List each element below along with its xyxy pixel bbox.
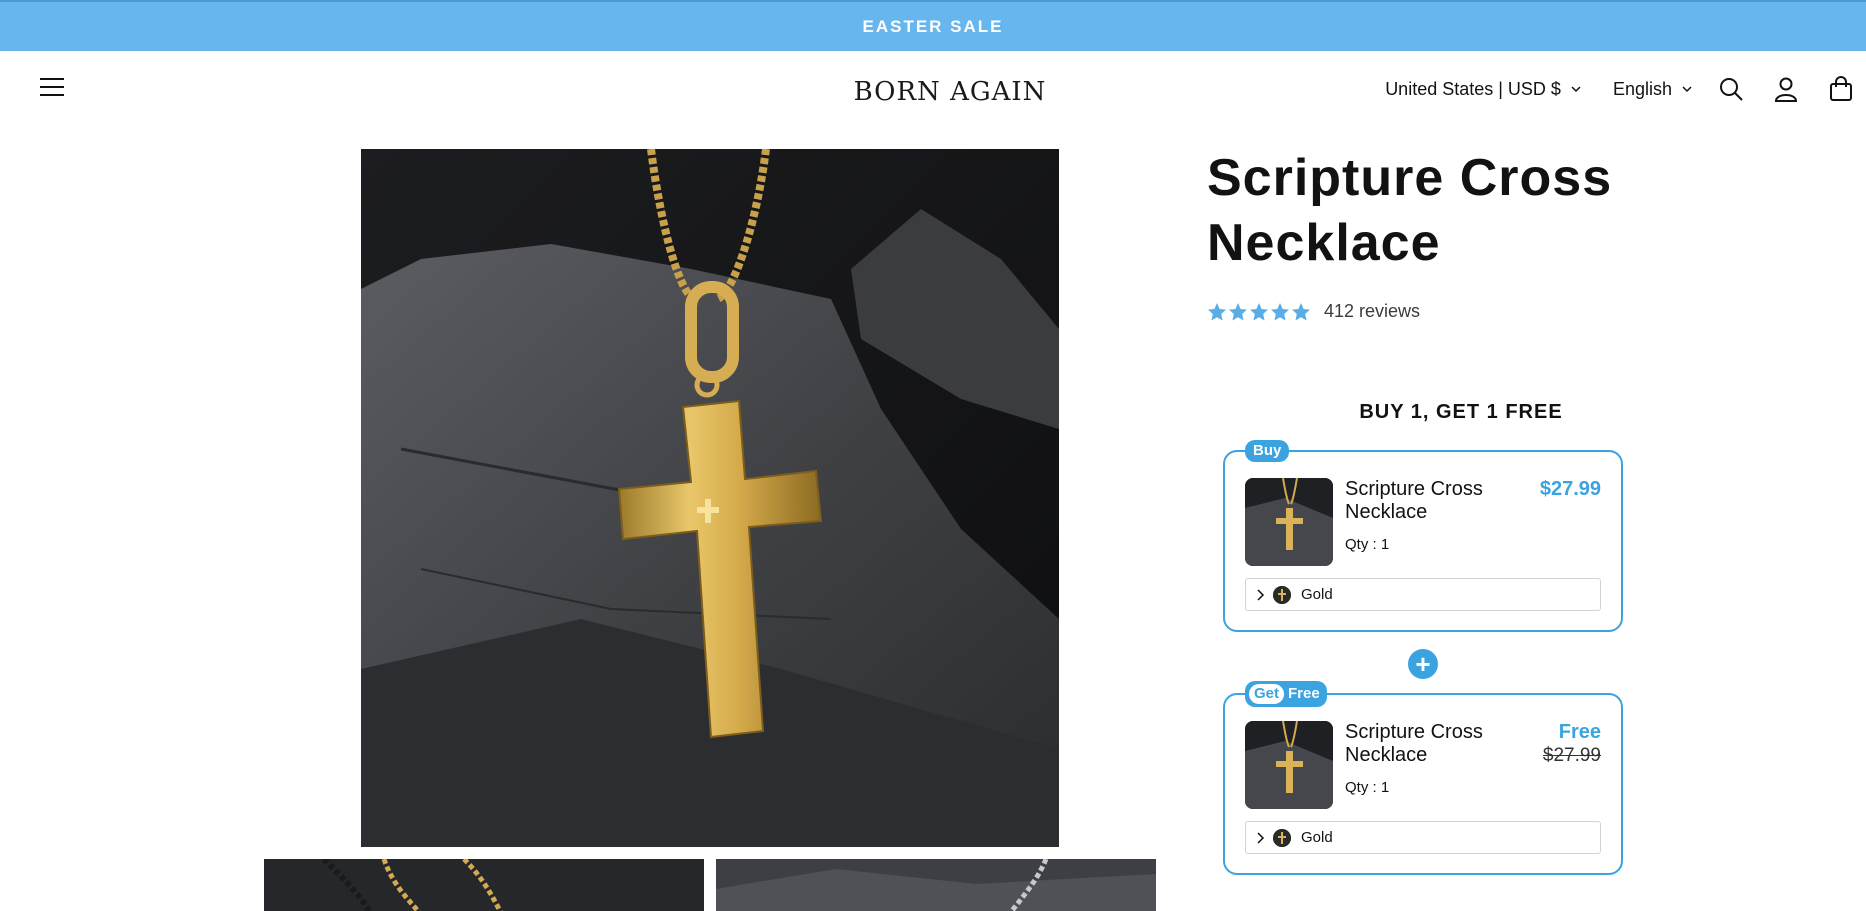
chevron-right-icon [1257, 831, 1265, 844]
menu-icon[interactable] [38, 75, 66, 99]
announcement-text: EASTER SALE [862, 16, 1004, 36]
variant-swatch [1273, 828, 1291, 847]
brand-logo[interactable]: BORN AGAIN [830, 69, 1070, 109]
product-rating[interactable]: 412 reviews [1207, 301, 1420, 322]
language-label: English [1612, 78, 1672, 99]
search-icon[interactable] [1716, 74, 1746, 104]
free-tag-label: Free [1288, 685, 1320, 702]
cart-icon[interactable] [1826, 74, 1856, 104]
announcement-bar: EASTER SALE [0, 0, 1866, 51]
chevron-down-icon [1571, 86, 1581, 93]
variant-swatch [1273, 585, 1291, 604]
review-count[interactable]: 412 reviews [1324, 301, 1420, 322]
bundle-price: $27.99 [1539, 478, 1601, 500]
product-title: Scripture Cross Necklace [1207, 149, 1613, 272]
variant-label: Gold [1301, 829, 1333, 846]
bundle-qty: Qty : 1 [1345, 779, 1390, 796]
star-icon [1292, 302, 1310, 320]
plus-icon: + [1408, 649, 1438, 679]
brand-logo-text: BORN AGAIN [854, 77, 1047, 107]
header-utilities: United States | USD $ English [1385, 51, 1866, 127]
bundle-product-image [1245, 478, 1333, 566]
star-icon [1250, 302, 1268, 320]
bundle-product-name: Scripture Cross Necklace [1345, 721, 1483, 766]
product-main-image[interactable] [361, 149, 1059, 847]
site-header: BORN AGAIN United States | USD $ English [0, 51, 1866, 127]
bundle-card-get[interactable]: Get Free Scripture Cross Necklace Qty : … [1223, 681, 1623, 875]
chevron-down-icon [1682, 86, 1692, 93]
bundle-old-price: $27.99 [1542, 745, 1601, 766]
product-thumbnail[interactable] [264, 859, 704, 911]
variant-selector[interactable]: Gold [1245, 821, 1601, 854]
bundle-product-image [1245, 721, 1333, 809]
get-free-tag: Get Free [1245, 681, 1327, 707]
star-icon [1208, 302, 1226, 320]
country-label: United States | USD $ [1385, 78, 1561, 99]
product-thumbnail[interactable] [716, 859, 1156, 911]
bundle-card-buy[interactable]: Buy Scripture Cross Necklace Qty : 1 $27… [1223, 440, 1623, 632]
bundle-product-name: Scripture Cross Necklace [1345, 478, 1483, 523]
bundle-price: Free [1558, 721, 1601, 743]
star-icon [1229, 302, 1247, 320]
get-tag-label: Get [1249, 684, 1285, 704]
offer-title: BUY 1, GET 1 FREE [1359, 401, 1563, 423]
star-icon [1271, 302, 1289, 320]
buy-tag: Buy [1245, 440, 1290, 462]
account-icon[interactable] [1771, 74, 1801, 104]
chevron-right-icon [1257, 588, 1265, 601]
language-selector[interactable]: English [1613, 79, 1692, 100]
variant-selector[interactable]: Gold [1245, 578, 1601, 611]
country-selector[interactable]: United States | USD $ [1385, 79, 1581, 100]
star-rating [1207, 302, 1312, 322]
variant-label: Gold [1301, 586, 1333, 603]
bundle-qty: Qty : 1 [1345, 536, 1390, 553]
